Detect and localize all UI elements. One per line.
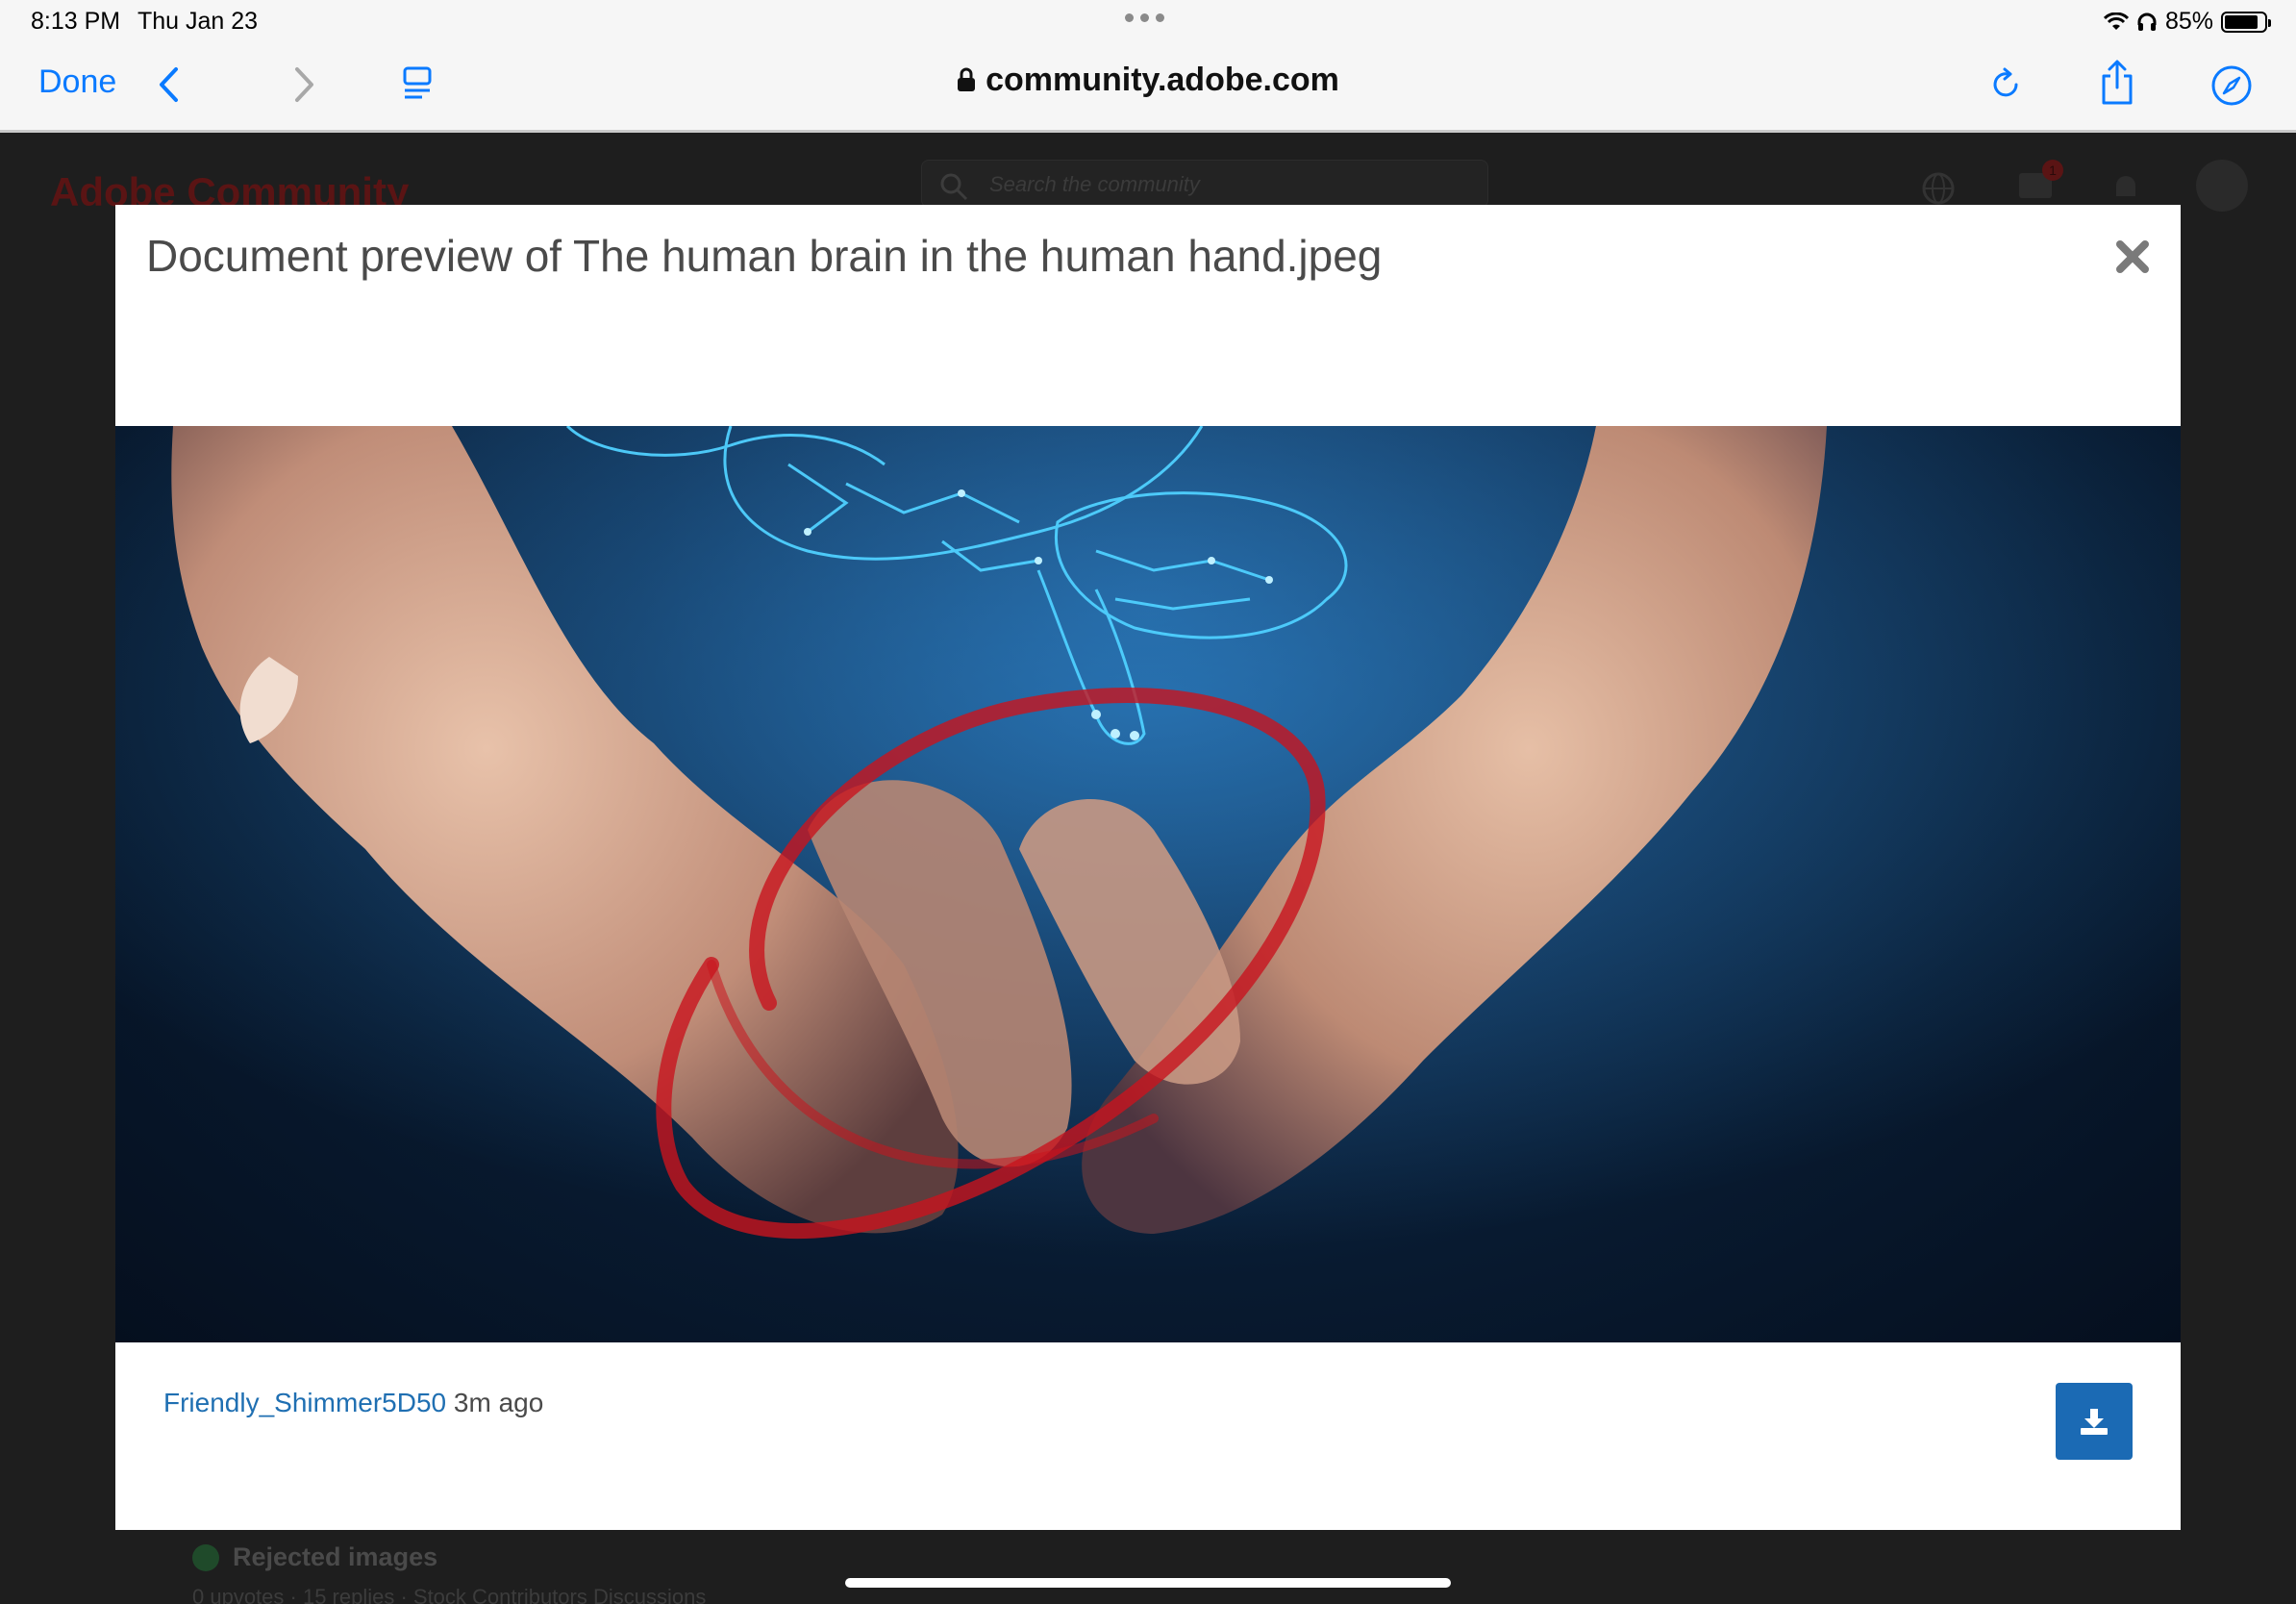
download-icon bbox=[2081, 1409, 2108, 1435]
battery-percent: 85% bbox=[2164, 8, 2213, 35]
browser-toolbar: Done community.adobe.com bbox=[0, 44, 2296, 133]
search-icon bbox=[940, 173, 968, 201]
list-item-label: Rejected images bbox=[233, 1542, 438, 1571]
avatar bbox=[2196, 160, 2248, 212]
status-time: 8:13 PM bbox=[31, 8, 121, 35]
close-icon[interactable] bbox=[2115, 239, 2150, 274]
image-preview bbox=[115, 426, 2181, 1342]
status-bar: 8:13 PM Thu Jan 23 85% bbox=[0, 0, 2296, 44]
bell-icon bbox=[2116, 176, 2135, 196]
search-placeholder: Search the community bbox=[989, 172, 1200, 196]
compass-icon[interactable] bbox=[2209, 63, 2254, 108]
headphones-icon bbox=[2137, 13, 2157, 31]
notification-badge: 1 bbox=[2042, 160, 2063, 181]
lock-icon bbox=[958, 67, 976, 91]
status-date: Thu Jan 23 bbox=[137, 8, 259, 35]
document-preview-modal: Document preview of The human brain in t… bbox=[115, 205, 2181, 1530]
modal-title: Document preview of The human brain in t… bbox=[146, 231, 1383, 281]
home-indicator[interactable] bbox=[845, 1578, 1451, 1588]
multitasking-dots-icon[interactable] bbox=[1125, 13, 1164, 22]
post-meta: Friendly_Shimmer5D50 3m ago bbox=[163, 1388, 543, 1418]
address-bar[interactable]: community.adobe.com bbox=[0, 62, 2296, 99]
messages-icon: 1 bbox=[2017, 160, 2063, 207]
author-link[interactable]: Friendly_Shimmer5D50 bbox=[163, 1388, 446, 1417]
check-icon bbox=[192, 1543, 219, 1571]
globe-icon bbox=[1922, 172, 1955, 205]
wifi-icon bbox=[2103, 12, 2129, 30]
list-item-meta: 0 upvotes · 15 replies · Stock Contribut… bbox=[192, 1585, 707, 1604]
url-text: community.adobe.com bbox=[986, 62, 1339, 98]
post-time: 3m ago bbox=[453, 1388, 544, 1417]
community-search-input: Search the community bbox=[921, 160, 1488, 208]
status-indicators: 85% bbox=[2103, 8, 2271, 36]
battery-icon bbox=[2221, 11, 2271, 33]
download-button[interactable] bbox=[2056, 1383, 2133, 1460]
reload-icon[interactable] bbox=[1984, 63, 2027, 106]
list-item-title: Rejected images bbox=[192, 1542, 437, 1572]
share-icon[interactable] bbox=[2096, 58, 2138, 108]
